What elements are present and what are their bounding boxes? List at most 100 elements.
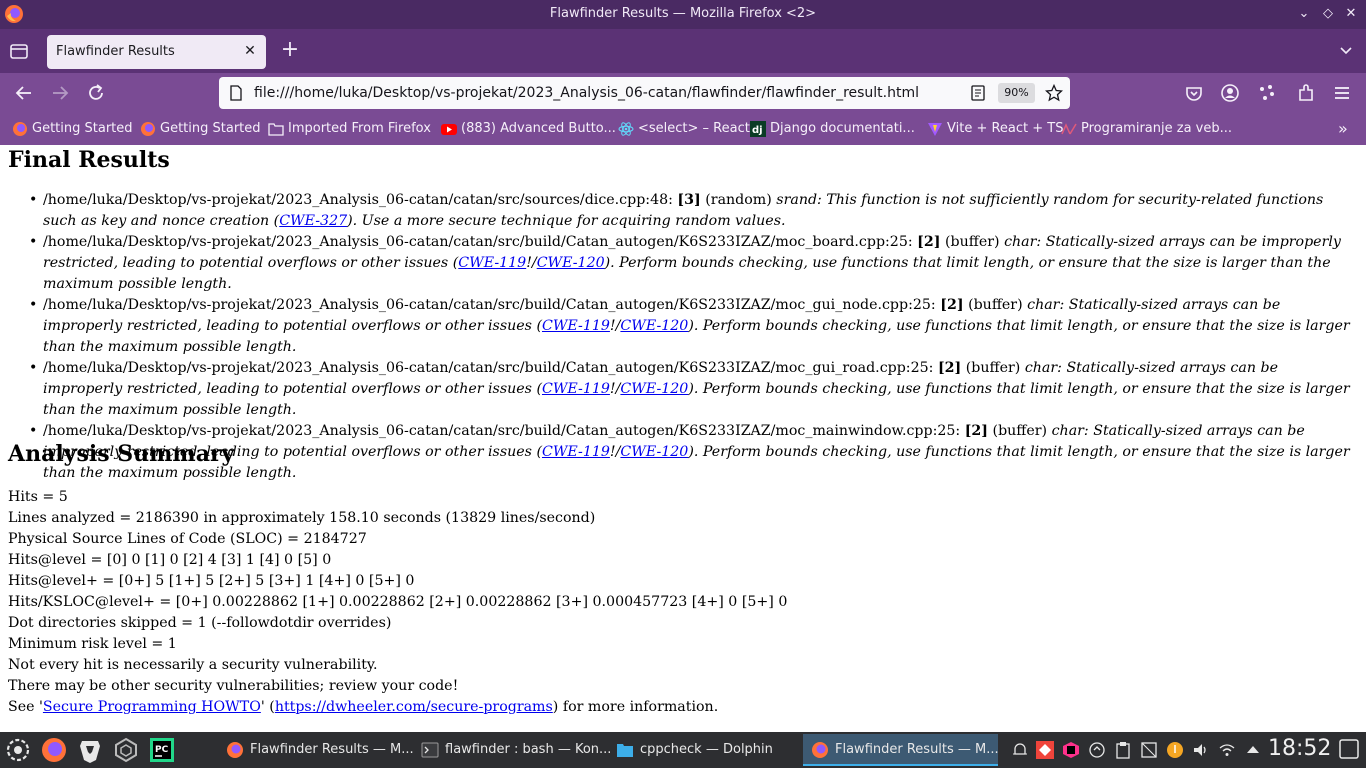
tray-expand-icon[interactable]	[1244, 741, 1262, 759]
unity-icon[interactable]	[112, 736, 140, 764]
youtube-icon	[441, 124, 457, 135]
result-path: /home/luka/Desktop/vs-projekat/2023_Anal…	[43, 234, 913, 250]
result-category: (buffer)	[965, 360, 1021, 376]
result-path: /home/luka/Desktop/vs-projekat/2023_Anal…	[43, 297, 936, 313]
brave-icon[interactable]	[76, 736, 104, 764]
reload-button[interactable]	[85, 82, 107, 104]
notifications-icon[interactable]	[1011, 741, 1029, 759]
url-text[interactable]: file:///home/luka/Desktop/vs-projekat/20…	[254, 85, 919, 101]
forward-button[interactable]	[49, 82, 71, 104]
chevron-down-icon[interactable]	[1338, 42, 1354, 58]
summary-line: There may be other security vulnerabilit…	[8, 678, 459, 694]
analysis-summary: Hits = 5 Lines analyzed = 2186390 in app…	[8, 487, 787, 718]
task-firefox-2[interactable]: Flawfinder Results — M...	[803, 734, 999, 766]
result-path: /home/luka/Desktop/vs-projekat/2023_Anal…	[43, 423, 961, 439]
cwe-link[interactable]: CWE-119	[458, 255, 526, 271]
bookmark-star-icon[interactable]	[1045, 84, 1063, 102]
web-icon	[1061, 123, 1077, 135]
list-item: /home/luka/Desktop/vs-projekat/2023_Anal…	[29, 232, 1353, 295]
app-launcher-icon[interactable]	[4, 736, 32, 764]
minimize-button[interactable]: ⌄	[1295, 5, 1313, 23]
result-category: (buffer)	[992, 423, 1048, 439]
folder-icon	[268, 123, 284, 136]
navigation-toolbar: file:///home/luka/Desktop/vs-projekat/20…	[0, 73, 1366, 113]
summary-line: Minimum risk level = 1	[8, 636, 177, 652]
summary-line: Lines analyzed = 2186390 in approximatel…	[8, 510, 596, 526]
terminal-icon	[421, 742, 439, 758]
result-path: /home/luka/Desktop/vs-projekat/2023_Anal…	[43, 192, 673, 208]
bookmarks-toolbar: Getting Started Getting Started Imported…	[0, 113, 1366, 145]
more-bookmarks-icon[interactable]: »	[1338, 121, 1354, 138]
cwe-link[interactable]: CWE-120	[620, 381, 688, 397]
clipboard-icon[interactable]	[1114, 741, 1132, 759]
page-icon	[230, 85, 242, 101]
folder-icon	[617, 744, 633, 757]
show-desktop-icon[interactable]	[1337, 737, 1361, 761]
window-title: Flawfinder Results — Mozilla Firefox <2>	[549, 6, 817, 21]
tab-label: Flawfinder Results	[56, 44, 175, 59]
summary-line: Hits = 5	[8, 489, 68, 505]
result-category: (buffer)	[945, 234, 1000, 250]
clock[interactable]: 18:52	[1268, 736, 1331, 761]
screenshot-icon[interactable]	[1140, 741, 1158, 759]
list-item: /home/luka/Desktop/vs-projekat/2023_Anal…	[29, 421, 1353, 484]
result-level: [2]	[917, 234, 941, 250]
back-button[interactable]	[13, 82, 35, 104]
updates-available-icon[interactable]	[1166, 741, 1184, 759]
menu-icon[interactable]	[1331, 82, 1353, 104]
anydesk-icon[interactable]	[1036, 741, 1054, 759]
reader-view-icon[interactable]	[970, 85, 986, 101]
firefox-icon[interactable]	[40, 736, 68, 764]
tab-bar: Flawfinder Results ✕ +	[0, 29, 1366, 73]
wifi-icon[interactable]	[1218, 741, 1236, 759]
svg-text:dj: dj	[752, 125, 763, 136]
volume-icon[interactable]	[1192, 741, 1210, 759]
new-tab-button[interactable]: +	[279, 39, 301, 62]
summary-line: Dot directories skipped = 1 (--followdot…	[8, 615, 392, 631]
result-level: [2]	[940, 297, 964, 313]
dwheeler-link[interactable]: https://dwheeler.com/secure-programs	[275, 699, 553, 715]
task-konsole[interactable]: flawfinder : bash — Kon...	[413, 734, 611, 766]
secure-programming-howto-link[interactable]: Secure Programming HOWTO	[43, 699, 261, 715]
cwe-link[interactable]: CWE-119	[542, 444, 610, 460]
firefox-icon	[227, 742, 243, 758]
vite-icon	[928, 123, 942, 136]
firefox-icon	[812, 742, 828, 758]
address-bar[interactable]: file:///home/luka/Desktop/vs-projekat/20…	[219, 77, 1070, 109]
window-titlebar: Flawfinder Results — Mozilla Firefox <2>…	[0, 0, 1366, 29]
tab-flawfinder-results[interactable]: Flawfinder Results ✕	[47, 35, 266, 69]
sync-icon[interactable]	[1256, 82, 1278, 104]
close-tab-icon[interactable]: ✕	[242, 43, 258, 59]
extensions-icon[interactable]	[1295, 82, 1317, 104]
cwe-link[interactable]: CWE-120	[537, 255, 605, 271]
firefox-view-icon[interactable]	[8, 40, 30, 62]
pycharm-icon[interactable]: PC	[148, 736, 176, 764]
zoom-level-button[interactable]: 90%	[998, 83, 1035, 103]
cwe-link[interactable]: CWE-120	[620, 318, 688, 334]
firefox-icon	[13, 122, 27, 136]
summary-line: Physical Source Lines of Code (SLOC) = 2…	[8, 531, 367, 547]
account-icon[interactable]	[1219, 82, 1241, 104]
final-results-heading: Final Results	[8, 147, 170, 173]
summary-line: Hits@level+ = [0+] 5 [1+] 5 [2+] 5 [3+] …	[8, 573, 415, 589]
list-item: /home/luka/Desktop/vs-projekat/2023_Anal…	[29, 295, 1353, 358]
jetbrains-toolbox-icon[interactable]	[1062, 741, 1080, 759]
cwe-link[interactable]: CWE-120	[620, 444, 688, 460]
update-icon[interactable]	[1088, 741, 1106, 759]
pocket-icon[interactable]	[1183, 82, 1205, 104]
result-category: (buffer)	[968, 297, 1023, 313]
analysis-summary-heading: Analysis Summary	[8, 441, 235, 467]
cwe-link[interactable]: CWE-119	[542, 381, 610, 397]
task-dolphin[interactable]: cppcheck — Dolphin	[608, 734, 800, 766]
django-icon: dj	[750, 121, 766, 137]
maximize-button[interactable]: ◇	[1319, 5, 1337, 23]
task-firefox-1[interactable]: Flawfinder Results — M...	[218, 734, 414, 766]
summary-line: Hits@level = [0] 0 [1] 0 [2] 4 [3] 1 [4]…	[8, 552, 332, 568]
svg-text:PC: PC	[155, 745, 169, 755]
close-window-button[interactable]: ✕	[1342, 5, 1360, 23]
cwe-link[interactable]: CWE-119	[542, 318, 610, 334]
list-item: /home/luka/Desktop/vs-projekat/2023_Anal…	[29, 358, 1353, 421]
cwe-link[interactable]: CWE-327	[279, 213, 347, 229]
result-path: /home/luka/Desktop/vs-projekat/2023_Anal…	[43, 360, 934, 376]
result-level: [2]	[937, 360, 962, 376]
